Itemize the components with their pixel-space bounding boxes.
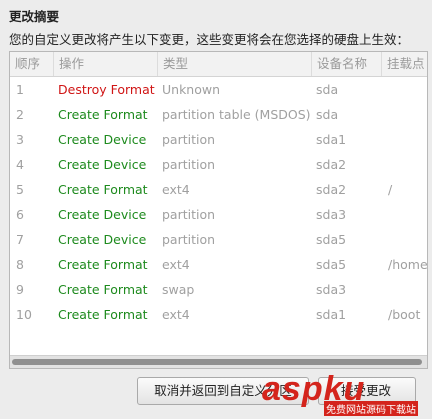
cell-device: sda2 xyxy=(316,157,347,172)
scrollbar-thumb[interactable] xyxy=(12,359,422,365)
table-row[interactable]: 8 Create Format ext4 sda5/home xyxy=(10,252,427,277)
cell-mount: /boot xyxy=(388,307,421,322)
cell-type: ext4 xyxy=(162,182,190,197)
cell-order: 8 xyxy=(16,257,24,272)
cell-device: sda5 xyxy=(316,257,347,272)
cell-order: 7 xyxy=(16,232,24,247)
cell-type: Unknown xyxy=(162,82,221,97)
cell-device: sda5 xyxy=(316,232,347,247)
cell-device: sda1 xyxy=(316,307,347,322)
cell-device: sda2 xyxy=(316,182,347,197)
table-row[interactable]: 9 Create Format swap sda3 xyxy=(10,277,427,302)
cell-type: partition table (MSDOS) xyxy=(162,107,311,122)
dialog-description: 您的自定义更改将产生以下变更，这些变更将会在您选择的硬盘上生效： xyxy=(9,32,410,47)
cell-mount xyxy=(388,227,427,252)
table-row[interactable]: 2 Create Format partition table (MSDOS) sda xyxy=(10,102,427,127)
table-row[interactable]: 1 Destroy Format Unknown sda xyxy=(10,77,427,102)
changes-table[interactable]: 顺序 操作 类型 设备名称 挂载点 1 Destroy Format Unknown… xyxy=(9,51,428,369)
table-header: 顺序 操作 类型 设备名称 挂载点 xyxy=(10,52,427,77)
cell-type: partition xyxy=(162,232,216,247)
cell-order: 5 xyxy=(16,182,24,197)
table-row[interactable]: 4 Create Device partition sda2 xyxy=(10,152,427,177)
cell-order: 2 xyxy=(16,107,24,122)
accept-changes-button[interactable]: 接受更改 xyxy=(318,377,416,405)
cell-order: 10 xyxy=(16,307,32,322)
table-row[interactable]: 6 Create Device partition sda3 xyxy=(10,202,427,227)
cell-mount xyxy=(388,277,427,302)
cell-action: Create Format xyxy=(58,282,148,297)
cell-action: Create Format xyxy=(58,107,148,122)
cell-action: Create Device xyxy=(58,132,147,147)
cell-action: Create Device xyxy=(58,207,147,222)
cell-action: Create Format xyxy=(58,257,148,272)
cell-device: sda3 xyxy=(316,282,347,297)
column-header-device[interactable]: 设备名称 xyxy=(312,52,382,76)
cell-mount: / xyxy=(388,182,393,197)
dialog-title: 更改摘要 xyxy=(9,9,60,24)
cell-mount xyxy=(388,202,427,227)
cell-device: sda3 xyxy=(316,207,347,222)
cell-device: sda xyxy=(316,107,339,122)
cell-order: 1 xyxy=(16,82,24,97)
cell-order: 9 xyxy=(16,282,24,297)
cell-device: sda1 xyxy=(316,132,347,147)
cell-order: 6 xyxy=(16,207,24,222)
cell-action: Create Device xyxy=(58,232,147,247)
cell-type: swap xyxy=(162,282,195,297)
table-row[interactable]: 10 Create Format ext4 sda1/boot xyxy=(10,302,427,327)
column-header-order[interactable]: 顺序 xyxy=(10,52,54,76)
cell-mount xyxy=(388,127,427,152)
cell-type: ext4 xyxy=(162,307,190,322)
column-header-mount[interactable]: 挂载点 xyxy=(382,52,427,76)
table-row[interactable]: 5 Create Format ext4 sda2 / xyxy=(10,177,427,202)
cell-type: partition xyxy=(162,207,216,222)
cell-mount xyxy=(388,152,427,177)
cell-action: Destroy Format xyxy=(58,82,155,97)
cell-mount xyxy=(388,102,427,127)
cell-mount: /home xyxy=(388,257,428,272)
cell-device: sda xyxy=(316,82,339,97)
column-header-type[interactable]: 类型 xyxy=(158,52,312,76)
cell-type: partition xyxy=(162,132,216,147)
cell-mount xyxy=(388,77,427,102)
cell-action: Create Format xyxy=(58,307,148,322)
cell-type: partition xyxy=(162,157,216,172)
table-body: 1 Destroy Format Unknown sda 2 Create Format p… xyxy=(10,77,427,327)
cancel-and-return-button[interactable]: 取消并返回到自定义分区 xyxy=(137,377,309,405)
cell-type: ext4 xyxy=(162,257,190,272)
cell-order: 4 xyxy=(16,157,24,172)
cell-order: 3 xyxy=(16,132,24,147)
cell-action: Create Format xyxy=(58,182,148,197)
cell-action: Create Device xyxy=(58,157,147,172)
horizontal-scrollbar[interactable] xyxy=(10,355,427,368)
table-row[interactable]: 7 Create Device partition sda5 xyxy=(10,227,427,252)
table-row[interactable]: 3 Create Device partition sda1 xyxy=(10,127,427,152)
column-header-action[interactable]: 操作 xyxy=(54,52,158,76)
